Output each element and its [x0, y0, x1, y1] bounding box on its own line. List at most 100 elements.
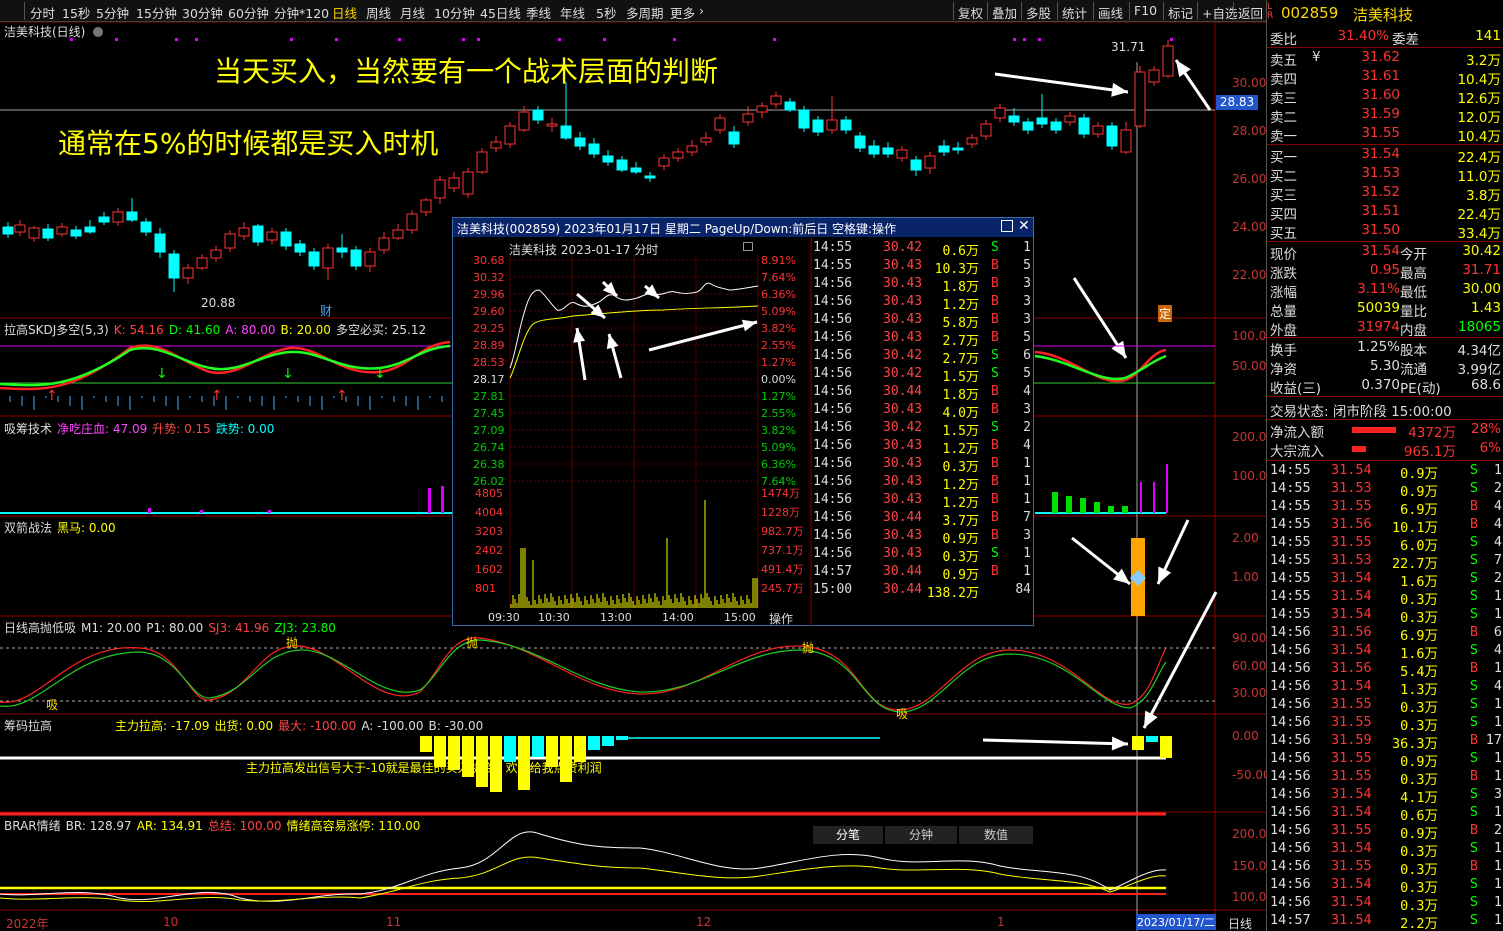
period-tab[interactable]: 10分钟 — [434, 3, 475, 22]
finance-marker[interactable]: 财 — [320, 302, 332, 319]
quote-cell: S — [1469, 876, 1478, 892]
side-tick-row[interactable]: 14:56 31.54 0.3万 S 1 — [1267, 894, 1503, 914]
tick-row[interactable]: 14:56 30.43 1.2万 B 1 — [813, 492, 1033, 511]
period-label[interactable]: 日线 — [1228, 915, 1252, 931]
period-tab[interactable]: 45日线 — [480, 3, 521, 22]
tick-row[interactable]: 14:55 30.43 10.3万 B 5 — [813, 258, 1033, 277]
period-tab[interactable]: 5秒 — [596, 3, 616, 22]
side-tick-row[interactable]: 14:56 31.55 0.3万 B 1 — [1267, 858, 1503, 878]
maximize-icon[interactable] — [1001, 220, 1013, 232]
quote-cell: 1.25% — [1357, 339, 1400, 355]
period-tab[interactable]: 多周期 — [626, 3, 664, 22]
intraday-popup[interactable]: 洁美科技(002859) 2023年01月17日 星期二 PageUp/Down… — [452, 217, 1034, 844]
side-tick-row[interactable]: 14:55 31.54 0.3万 S 1 — [1267, 606, 1503, 626]
side-tick-row[interactable]: 14:56 31.54 1.6万 S 4 — [1267, 642, 1503, 662]
tick-row[interactable]: 14:56 30.43 1.2万 B 3 — [813, 294, 1033, 313]
period-tab[interactable]: 5分钟 — [96, 3, 129, 22]
toolbar-button[interactable]: 复权 — [958, 3, 983, 22]
side-tick-row[interactable]: 14:56 31.56 5.4万 B 1 — [1267, 660, 1503, 680]
sell-row: 卖二 31.59 12.0万 — [1267, 106, 1503, 126]
toolbar-button[interactable]: 返回 — [1238, 3, 1263, 22]
chevron-right-icon[interactable]: › — [699, 3, 704, 18]
side-tick-row[interactable]: 14:55 31.54 0.9万 S 1 — [1267, 462, 1503, 482]
ding-marker[interactable]: 定 — [1158, 305, 1173, 322]
quote-cell: 141 — [1475, 28, 1501, 44]
tick-row[interactable]: 14:56 30.42 1.5万 S 5 — [813, 366, 1033, 385]
quote-cell: 31.54 — [1331, 786, 1372, 802]
tick-row[interactable]: 14:57 30.44 0.9万 B 1 — [813, 564, 1033, 583]
side-tick-row[interactable]: 14:56 31.55 0.9万 B 2 — [1267, 822, 1503, 842]
side-tick-row[interactable]: 14:57 31.54 2.2万 S 1 — [1267, 912, 1503, 931]
tick-cell: 1.5万 — [942, 424, 979, 439]
period-tab[interactable]: 分时 — [30, 3, 55, 22]
side-tick-row[interactable]: 14:56 31.55 0.3万 S 1 — [1267, 696, 1503, 716]
toolbar-button[interactable]: 画线 — [1098, 3, 1123, 22]
side-tick-row[interactable]: 14:56 31.54 0.6万 S 1 — [1267, 804, 1503, 824]
tick-row[interactable]: 14:56 30.43 1.8万 B 3 — [813, 276, 1033, 295]
toolbar-button[interactable]: 标记 — [1168, 3, 1193, 22]
date-cursor-label: 2023/01/17/二 — [1136, 914, 1216, 930]
period-tab[interactable]: 60分钟 — [228, 3, 269, 22]
period-tab[interactable]: 周线 — [366, 3, 391, 22]
tick-row[interactable]: 14:56 30.43 2.7万 B 5 — [813, 330, 1033, 349]
side-tick-row[interactable]: 14:55 31.54 0.3万 S 1 — [1267, 588, 1503, 608]
tick-row[interactable]: 14:56 30.44 3.7万 B 7 — [813, 510, 1033, 529]
period-tab[interactable]: 月线 — [400, 3, 425, 22]
side-tick-row[interactable]: 14:56 31.54 0.3万 S 1 — [1267, 840, 1503, 860]
op-button[interactable]: 操作 — [769, 610, 793, 627]
tick-row[interactable]: 14:56 30.43 0.9万 B 3 — [813, 528, 1033, 547]
side-tick-row[interactable]: 14:55 31.55 6.9万 B 4 — [1267, 498, 1503, 518]
chart-toggle-icon[interactable] — [743, 242, 753, 251]
tick-row[interactable]: 14:56 30.43 0.3万 B 1 — [813, 456, 1033, 475]
period-tab[interactable]: 30分钟 — [182, 3, 223, 22]
tick-row[interactable]: 14:56 30.43 0.3万 S 1 — [813, 546, 1033, 565]
period-tab[interactable]: 季线 — [526, 3, 551, 22]
side-tick-row[interactable]: 14:56 31.55 0.9万 S 1 — [1267, 750, 1503, 770]
tick-row[interactable]: 15:00 30.44 138.2万 84 — [813, 582, 1033, 601]
side-tick-row[interactable]: 14:56 31.54 0.3万 S 1 — [1267, 876, 1503, 896]
side-tick-row[interactable]: 14:55 31.54 1.6万 S 2 — [1267, 570, 1503, 590]
toolbar-button[interactable]: 多股 — [1026, 3, 1051, 22]
quote-cell: 30.42 — [1462, 243, 1501, 259]
period-tab[interactable]: 日线 — [332, 3, 357, 22]
tick-row[interactable]: 14:56 30.43 5.8万 B 3 — [813, 312, 1033, 331]
tick-row[interactable]: 14:56 30.43 4.0万 B 3 — [813, 402, 1033, 421]
side-tick-row[interactable]: 14:56 31.54 1.3万 S 4 — [1267, 678, 1503, 698]
side-tick-row[interactable]: 14:55 31.55 6.0万 S 4 — [1267, 534, 1503, 554]
side-tick-row[interactable]: 14:56 31.55 0.3万 B 1 — [1267, 768, 1503, 788]
tab-shuzhi[interactable]: 数值 — [959, 826, 1033, 844]
candle-body — [252, 225, 264, 243]
period-tab[interactable]: 更多 — [670, 3, 695, 22]
tab-fenzhong[interactable]: 分钟 — [885, 826, 957, 844]
toolbar-button[interactable]: 叠加 — [992, 3, 1017, 22]
popup-title[interactable]: 洁美科技(002859) 2023年01月17日 星期二 PageUp/Down… — [453, 218, 1033, 237]
period-tab[interactable]: 15秒 — [62, 3, 90, 22]
tab-fenbi[interactable]: 分笔 — [813, 826, 883, 844]
toolbar-button[interactable]: F10 — [1134, 3, 1157, 18]
period-tab[interactable]: 分钟*120 — [274, 3, 329, 22]
tick-row[interactable]: 14:56 30.43 1.2万 B 4 — [813, 438, 1033, 457]
signal-dot — [673, 38, 676, 41]
side-tick-row[interactable]: 14:55 31.56 10.1万 B 4 — [1267, 516, 1503, 536]
side-tick-row[interactable]: 14:55 31.53 0.9万 S 2 — [1267, 480, 1503, 500]
period-tab[interactable]: 15分钟 — [136, 3, 177, 22]
candle-body — [168, 253, 180, 279]
tick-row[interactable]: 14:56 30.43 1.2万 B 1 — [813, 474, 1033, 493]
candle-body — [196, 257, 208, 269]
side-tick-row[interactable]: 14:55 31.53 22.7万 S 7 — [1267, 552, 1503, 572]
quote-cell: 换手 — [1270, 343, 1297, 359]
settings-icon[interactable] — [93, 27, 104, 37]
side-tick-row[interactable]: 14:56 31.59 36.3万 B 17 — [1267, 732, 1503, 752]
toolbar-button[interactable]: 统计 — [1062, 3, 1087, 22]
side-tick-row[interactable]: 14:56 31.56 6.9万 B 6 — [1267, 624, 1503, 644]
tick-row[interactable]: 14:56 30.44 1.8万 B 4 — [813, 384, 1033, 403]
quote-cell: 31.55 — [1331, 498, 1372, 514]
quote-cell: 31.55 — [1361, 125, 1400, 141]
tick-row[interactable]: 14:56 30.42 2.7万 S 6 — [813, 348, 1033, 367]
side-tick-row[interactable]: 14:56 31.54 4.1万 S 3 — [1267, 786, 1503, 806]
tick-row[interactable]: 14:55 30.42 0.6万 S 1 — [813, 240, 1033, 259]
tick-row[interactable]: 14:56 30.42 1.5万 S 2 — [813, 420, 1033, 439]
period-tab[interactable]: 年线 — [560, 3, 585, 22]
close-icon[interactable]: ✕ — [1018, 218, 1030, 234]
side-tick-row[interactable]: 14:56 31.55 0.3万 S 1 — [1267, 714, 1503, 734]
